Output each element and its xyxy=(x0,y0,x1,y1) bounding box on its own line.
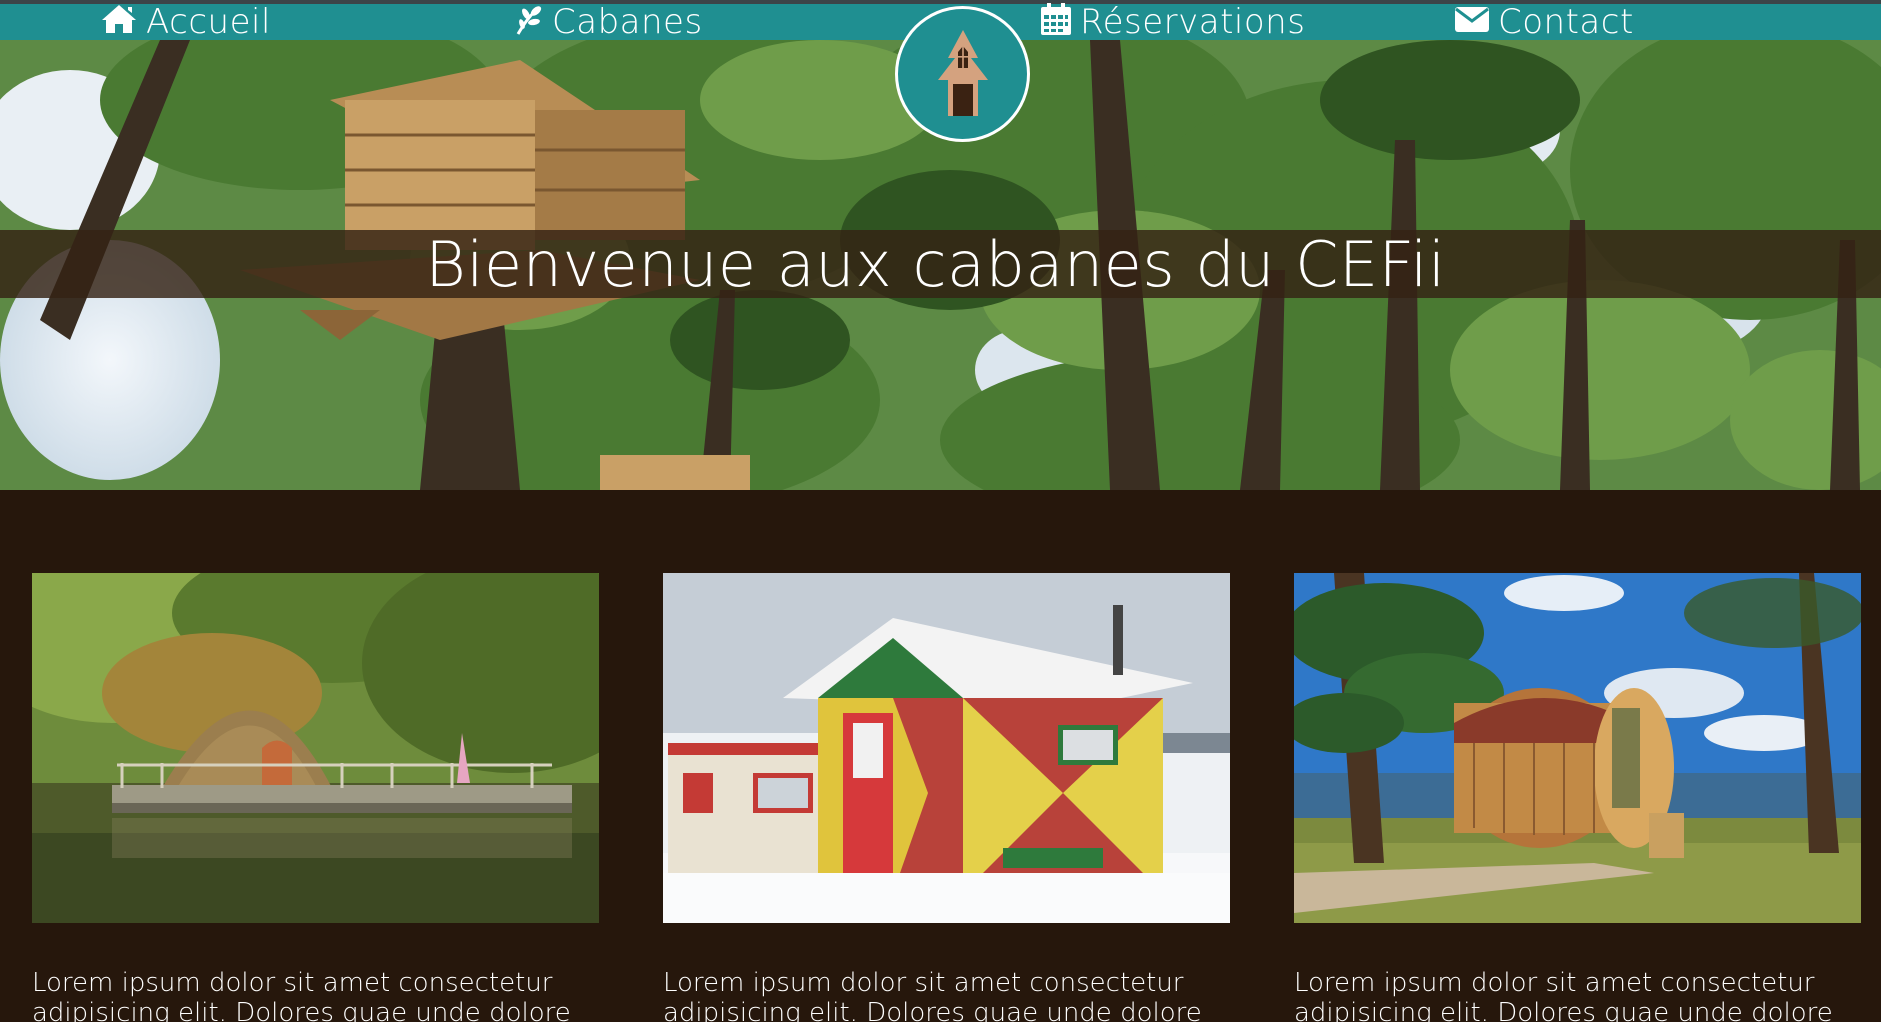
calendar-icon xyxy=(1040,2,1072,43)
hero-title: Bienvenue aux cabanes du CEFii xyxy=(425,228,1446,301)
treehouse-logo-icon[interactable] xyxy=(895,6,1030,142)
cabin-card: Lorem ipsum dolor sit amet consectetur a… xyxy=(663,573,1230,1022)
nav-label-accueil: Accueil xyxy=(146,2,271,42)
nav-item-contact[interactable]: Contact xyxy=(1454,4,1634,40)
floating-wicker-cabin-photo[interactable] xyxy=(32,573,599,923)
nav-item-cabanes[interactable]: Cabanes xyxy=(514,4,703,40)
card-description: Lorem ipsum dolor sit amet consectetur a… xyxy=(32,968,571,1022)
home-icon xyxy=(100,3,138,42)
leaf-icon xyxy=(514,2,544,43)
card-description: Lorem ipsum dolor sit amet consectetur a… xyxy=(663,968,1202,1022)
nav-item-accueil[interactable]: Accueil xyxy=(100,4,271,40)
nav-label-contact: Contact xyxy=(1498,2,1634,42)
nav-item-reservations[interactable]: Réservations xyxy=(1040,2,1306,43)
envelope-icon xyxy=(1454,4,1490,40)
barrel-cabin-seaside-photo[interactable] xyxy=(1294,573,1861,923)
nav-label-reservations: Réservations xyxy=(1080,2,1306,42)
card-description: Lorem ipsum dolor sit amet consectetur a… xyxy=(1294,968,1833,1022)
cabin-card: Lorem ipsum dolor sit amet consectetur a… xyxy=(1294,573,1861,1022)
nav-label-cabanes: Cabanes xyxy=(552,2,703,42)
cabin-card: Lorem ipsum dolor sit amet consectetur a… xyxy=(32,573,599,1022)
colorful-ice-fishing-cabin-photo[interactable] xyxy=(663,573,1230,923)
